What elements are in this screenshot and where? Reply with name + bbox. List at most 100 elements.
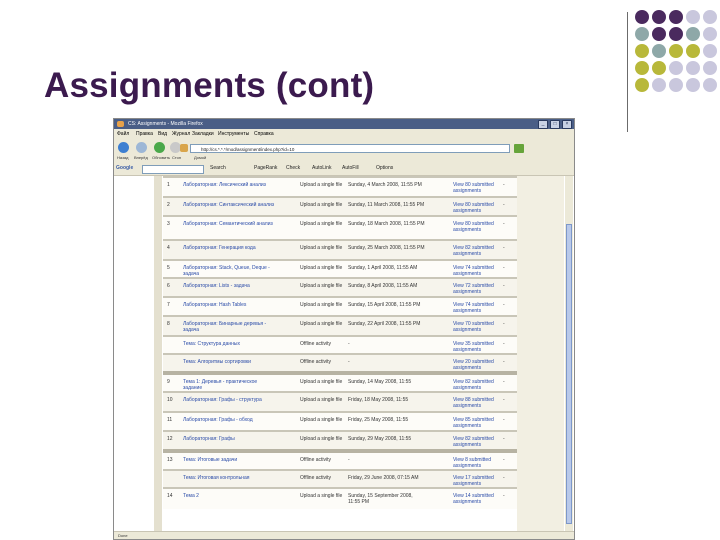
decorative-dot	[652, 44, 666, 58]
google-autolink[interactable]: AutoLink	[312, 162, 331, 175]
decorative-dot	[652, 10, 666, 24]
assignment-link[interactable]: Лабораторная: Лексический анализ	[183, 182, 275, 188]
assignment-type: Upload a single file	[300, 493, 343, 499]
row-number: 12	[167, 436, 173, 442]
assignment-link[interactable]: Тема 2	[183, 493, 275, 499]
last-modified: -	[503, 283, 505, 289]
assignment-link[interactable]: Тема: Алгоритмы сортировки	[183, 359, 275, 365]
assignment-type: Upload a single file	[300, 221, 343, 227]
back-icon[interactable]	[118, 142, 129, 153]
submissions-link[interactable]: View 82 submitted assignments	[453, 436, 495, 448]
row-number: 3	[167, 221, 170, 227]
vertical-scrollbar[interactable]	[565, 176, 573, 531]
nav-label-forward: Вперёд	[134, 155, 148, 160]
due-date: -	[348, 359, 350, 365]
assignment-link[interactable]: Лабораторная: Hash Tables	[183, 302, 275, 308]
submissions-link[interactable]: View 35 submitted assignments	[453, 341, 495, 353]
decorative-dot	[669, 44, 683, 58]
home-icon[interactable]	[180, 144, 188, 152]
due-date: Sunday, 25 March 2008, 11:55 PM	[348, 245, 425, 251]
row-number: 11	[167, 417, 173, 423]
google-search-input[interactable]	[142, 165, 204, 174]
decorative-dot	[686, 61, 700, 75]
reload-icon[interactable]	[154, 142, 165, 153]
table-row: 5 Лабораторная: Stack, Queue, Deque - зад…	[163, 259, 517, 277]
close-button[interactable]: ×	[562, 120, 572, 129]
google-pagerank[interactable]: PageRank	[254, 162, 277, 175]
submissions-link[interactable]: View 80 submitted assignments	[453, 202, 495, 214]
menu-item[interactable]: Вид	[158, 129, 167, 139]
assignment-type: Upload a single file	[300, 265, 343, 271]
submissions-link[interactable]: View 85 submitted assignments	[453, 417, 495, 429]
menu-item[interactable]: Файл	[117, 129, 129, 139]
due-date: Friday, 25 May 2008, 11:55	[348, 417, 409, 423]
submissions-link[interactable]: View 70 submitted assignments	[453, 321, 495, 333]
decorative-dot	[652, 78, 666, 92]
due-date: Sunday, 22 April 2008, 11:55 PM	[348, 321, 421, 327]
browser-screenshot: CS: Assignments - Mozilla Firefox _ □ × …	[113, 118, 575, 540]
assignment-link[interactable]: Тема: Структура данных	[183, 341, 275, 347]
slide-title: Assignments (cont)	[44, 66, 375, 105]
submissions-link[interactable]: View 14 submitted assignments	[453, 493, 495, 505]
assignment-link[interactable]: Лабораторная: Семантический анализ	[183, 221, 275, 227]
last-modified: -	[503, 436, 505, 442]
assignment-link[interactable]: Лабораторная: Графы - обход	[183, 417, 275, 423]
google-search-button[interactable]: Search	[210, 162, 226, 175]
table-row: 4 Лабораторная: Генерация кода Upload a si…	[163, 239, 517, 259]
menu-item[interactable]: Правка	[136, 129, 153, 139]
submissions-link[interactable]: View 82 submitted assignments	[453, 245, 495, 257]
submissions-link[interactable]: View 82 submitted assignments	[453, 379, 495, 391]
scrollbar-thumb[interactable]	[566, 224, 572, 524]
submissions-link[interactable]: View 20 submitted assignments	[453, 359, 495, 371]
row-number: 2	[167, 202, 170, 208]
assignment-link[interactable]: Тема 1: Деревья - практическое задание	[183, 379, 275, 391]
last-modified: -	[503, 417, 505, 423]
decorative-dot	[652, 27, 666, 41]
last-modified: -	[503, 359, 505, 365]
last-modified: -	[503, 493, 505, 499]
assignment-type: Upload a single file	[300, 202, 343, 208]
go-button[interactable]	[514, 144, 524, 153]
menu-item[interactable]: Закладки	[192, 129, 214, 139]
submissions-link[interactable]: View 88 submitted assignments	[453, 397, 495, 409]
submissions-link[interactable]: View 74 submitted assignments	[453, 265, 495, 277]
submissions-link[interactable]: View 74 submitted assignments	[453, 302, 495, 314]
table-row: Тема: Структура данных Offline activity - V…	[163, 335, 517, 353]
google-autofill[interactable]: AutoFill	[342, 162, 359, 175]
decorative-dot	[703, 61, 717, 75]
decorative-dot	[635, 61, 649, 75]
decorative-dot	[703, 44, 717, 58]
assignment-link[interactable]: Тема: Итоговые задачи	[183, 457, 275, 463]
table-row: 12 Лабораторная: Графы Upload a single fil…	[163, 430, 517, 449]
decorative-dot	[669, 10, 683, 24]
assignment-link[interactable]: Лабораторная: Графы	[183, 436, 275, 442]
decorative-dot	[635, 44, 649, 58]
row-number: 5	[167, 265, 170, 271]
row-number: 10	[167, 397, 173, 403]
assignment-link[interactable]: Лабораторная: Генерация кода	[183, 245, 275, 251]
submissions-link[interactable]: View 17 submitted assignments	[453, 475, 495, 487]
assignment-link[interactable]: Тема: Итоговая контрольная	[183, 475, 275, 481]
assignment-link[interactable]: Лабораторная: Lists - задача	[183, 283, 275, 289]
assignment-link[interactable]: Лабораторная: Бинарные деревья - задача	[183, 321, 275, 333]
google-check[interactable]: Check	[286, 162, 300, 175]
address-bar[interactable]: http://cs.*.*.*/mod/assignment/index.php…	[190, 144, 510, 153]
assignment-link[interactable]: Лабораторная: Синтаксический анализ	[183, 202, 275, 208]
maximize-button[interactable]: □	[550, 120, 560, 129]
assignment-link[interactable]: Лабораторная: Графы - структура	[183, 397, 275, 403]
decorative-dot	[635, 27, 649, 41]
assignment-link[interactable]: Лабораторная: Stack, Queue, Deque - зада…	[183, 265, 275, 277]
submissions-link[interactable]: View 80 submitted assignments	[453, 182, 495, 194]
google-options[interactable]: Options	[376, 162, 393, 175]
forward-icon[interactable]	[136, 142, 147, 153]
menu-item[interactable]: Справка	[254, 129, 274, 139]
submissions-link[interactable]: View 72 submitted assignments	[453, 283, 495, 295]
decorative-dot	[703, 78, 717, 92]
minimize-button[interactable]: _	[538, 120, 548, 129]
submissions-link[interactable]: View 80 submitted assignments	[453, 221, 495, 233]
nav-label-back: Назад	[117, 155, 129, 160]
menu-item[interactable]: Инструменты	[218, 129, 249, 139]
table-row: Тема: Итоговая контрольная Offline activi…	[163, 469, 517, 487]
menu-item[interactable]: Журнал	[172, 129, 190, 139]
submissions-link[interactable]: View 8 submitted assignments	[453, 457, 495, 469]
